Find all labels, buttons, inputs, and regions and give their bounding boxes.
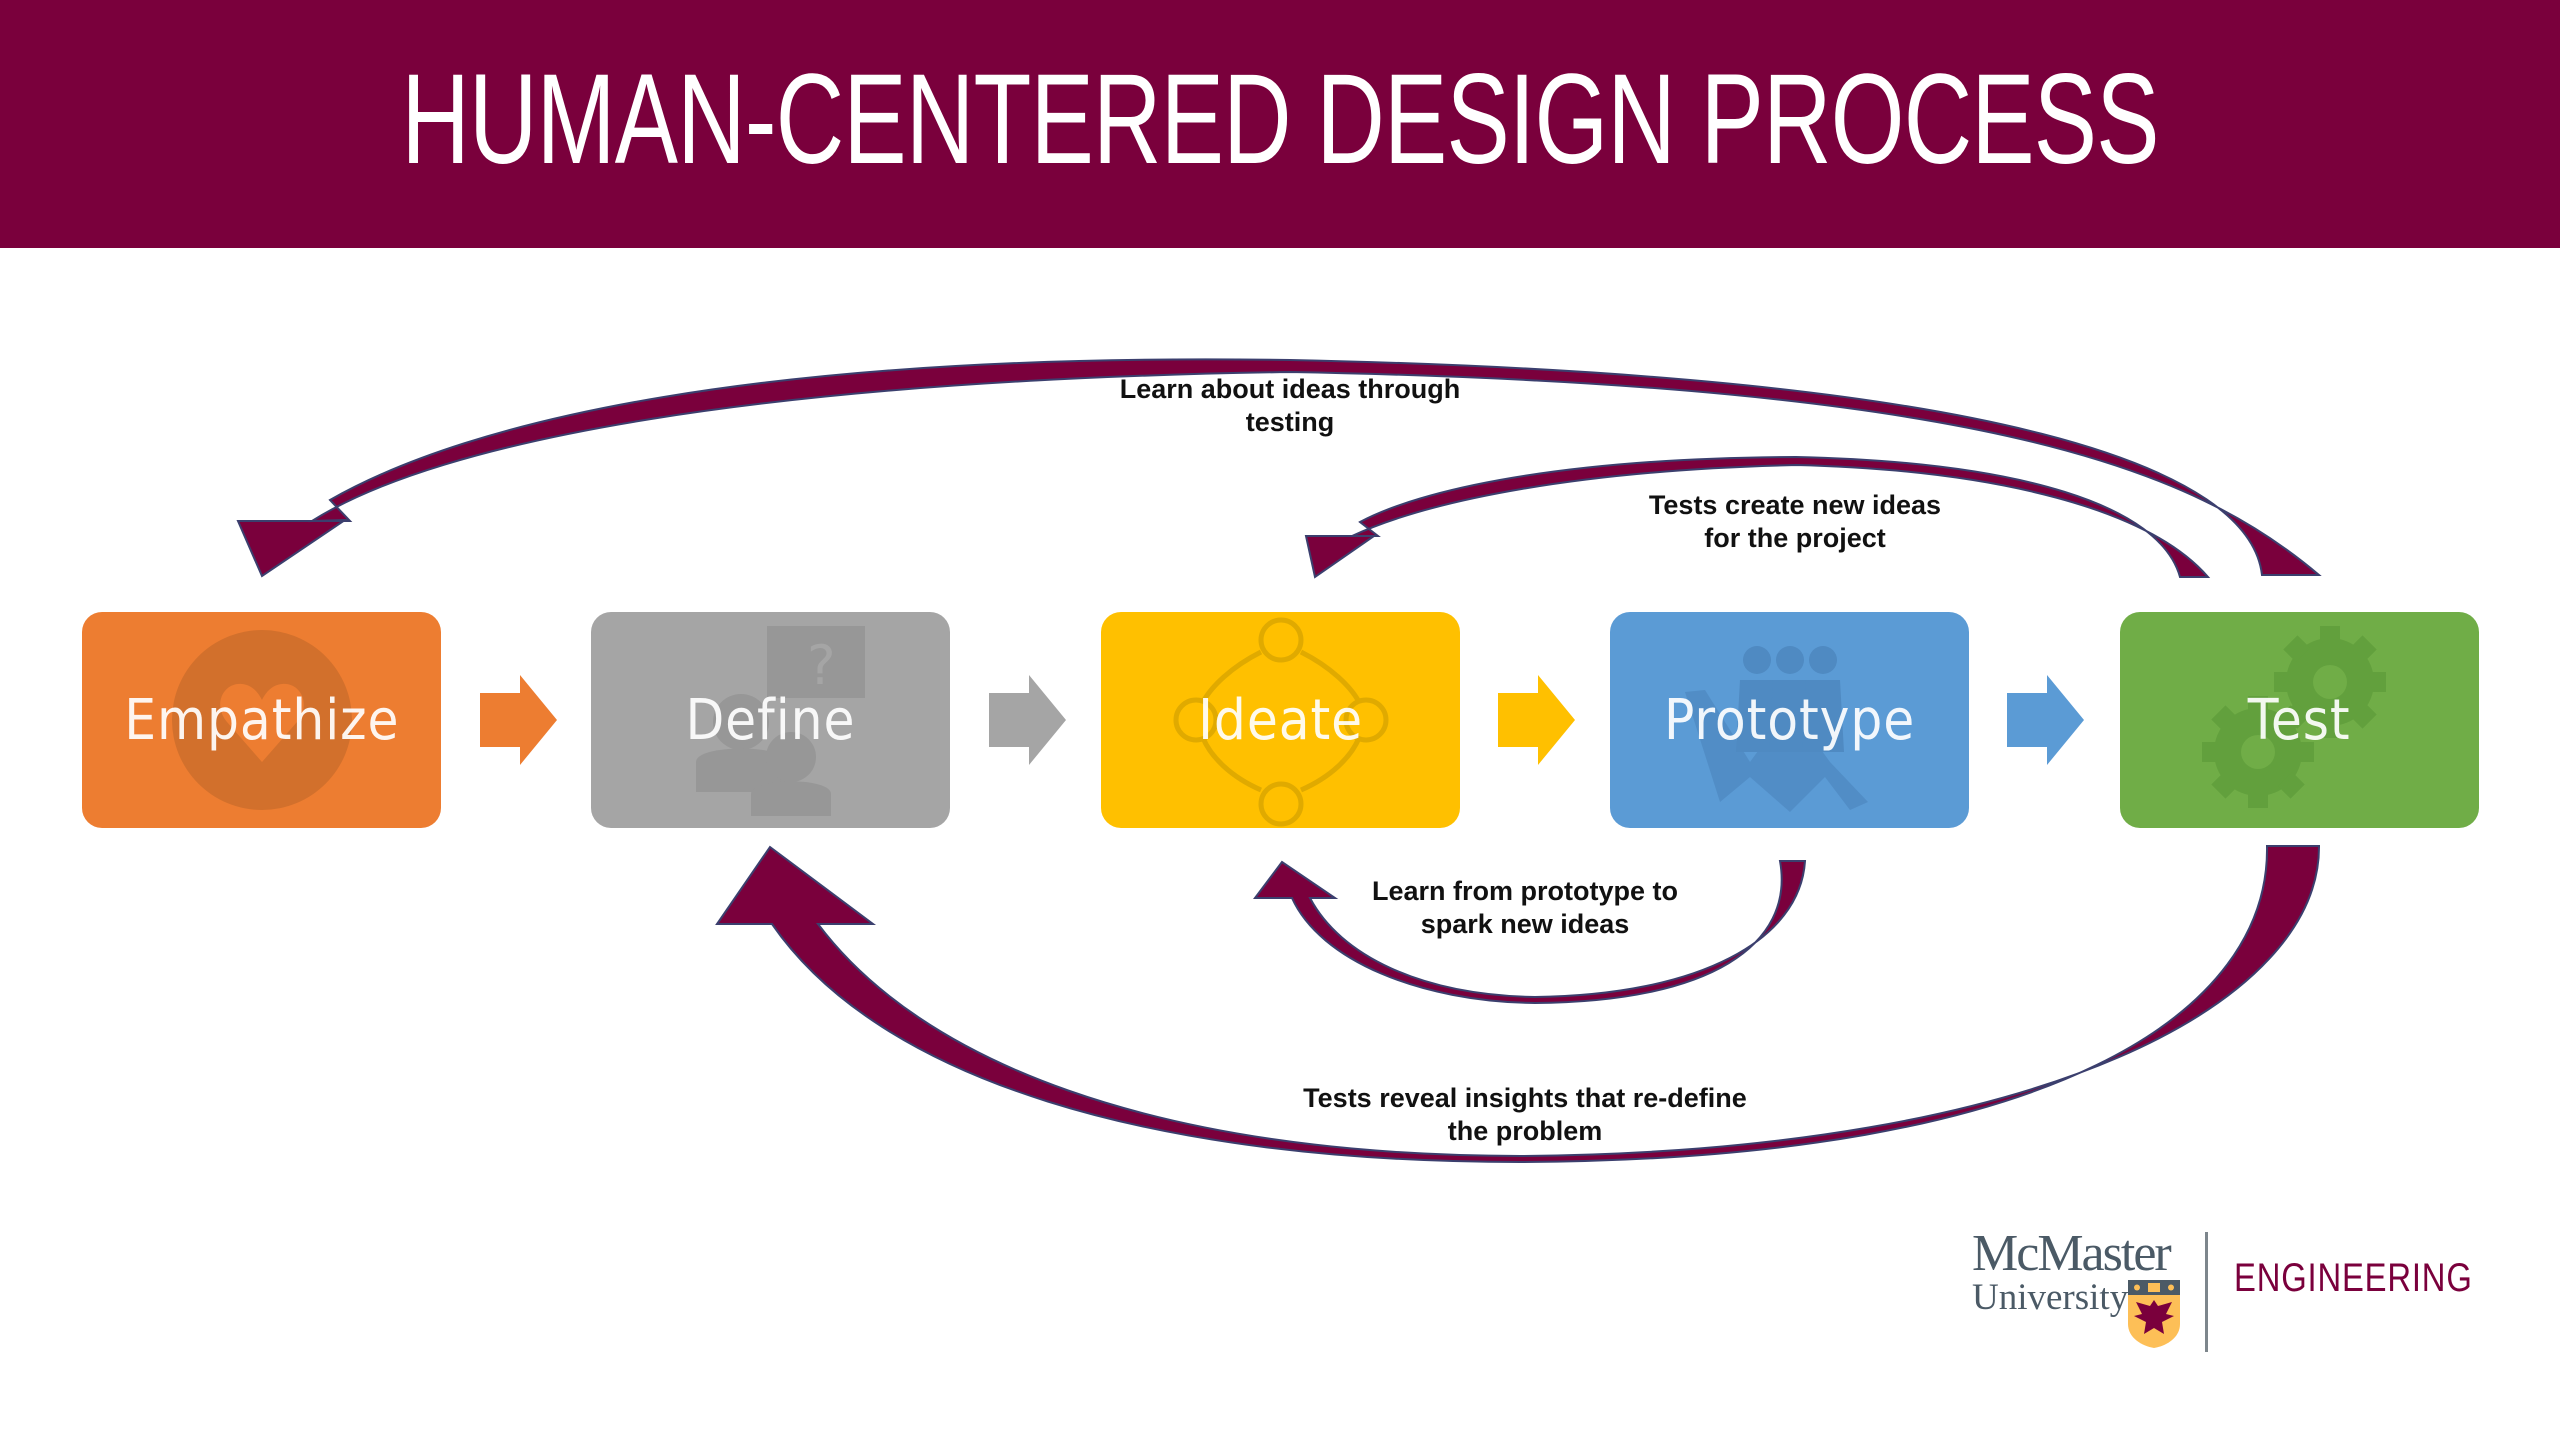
loop-label-test-to-define: Tests reveal insights that re-define the… [1303,1083,1747,1146]
loop-label-test-to-ideate: Tests create new ideas for the project [1648,490,1942,553]
mcmaster-logo-wordmark: McMaster [1972,1225,2172,1282]
faculty-name: ENGINEERING [2234,1256,2473,1300]
mcmaster-logo-university: University [1972,1277,2129,1318]
loop-label-prototype-to-ideate: Learn from prototype to spark new ideas [1371,876,1678,939]
stage-ideate: Ideate [1101,612,1460,828]
stage-define: ? Define [591,612,950,828]
stage-prototype: Prototype [1610,612,1969,828]
stage-test: Test [2120,612,2479,828]
stage-label-define: Define [685,687,856,753]
connector-arrow-prototype-test [2007,675,2084,765]
mcmaster-shield-icon [2128,1280,2180,1348]
connector-arrow-empathize-define [480,675,557,765]
stage-label-prototype: Prototype [1663,687,1916,753]
connector-arrow-define-ideate [989,675,1066,765]
stage-label-ideate: Ideate [1198,687,1363,753]
stage-label-test: Test [2248,687,2351,753]
connector-arrow-ideate-prototype [1498,675,1575,765]
stage-empathize: Empathize [82,612,441,828]
loop-label-test-to-empathize: Learn about ideas through testing [1119,374,1461,437]
stage-label-empathize: Empathize [123,687,400,753]
logo-divider [2205,1232,2208,1352]
